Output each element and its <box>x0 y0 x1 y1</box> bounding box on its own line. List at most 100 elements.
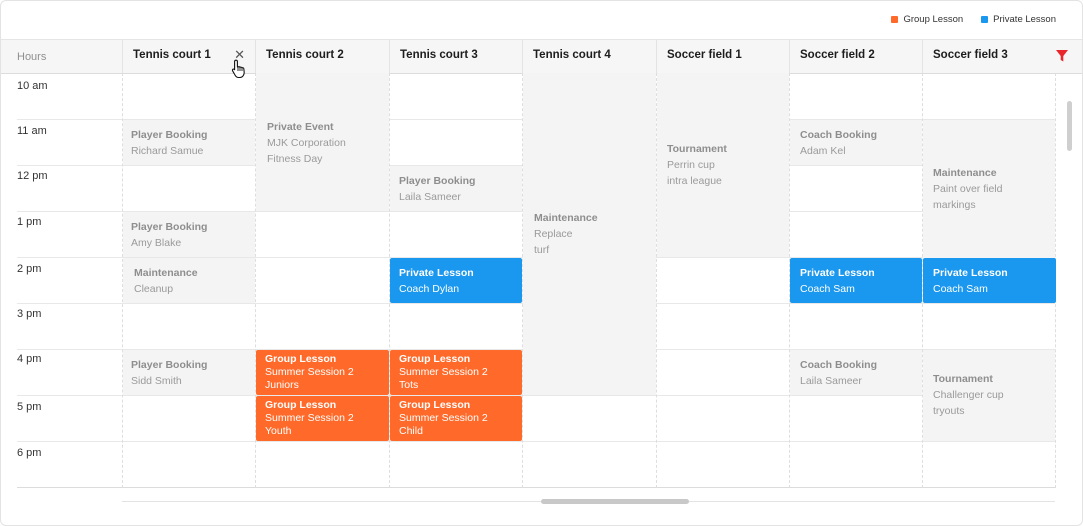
event-title: Maintenance <box>933 167 997 179</box>
event-detail: Fitness Day <box>267 153 323 165</box>
hour-label: 6 pm <box>17 447 42 459</box>
event-title: Player Booking <box>399 175 476 187</box>
hour-label: 4 pm <box>17 353 42 365</box>
event-detail: Perrin cup <box>667 159 715 171</box>
column-title: Tennis court 2 <box>266 49 344 61</box>
event-player-booking[interactable]: Player Booking Richard Samue <box>123 120 255 165</box>
legend-item-group-lesson: Group Lesson <box>891 14 963 25</box>
event-title: Tournament <box>667 143 727 155</box>
event-title: Player Booking <box>131 129 208 141</box>
event-private-lesson[interactable]: Private Lesson Coach Dylan <box>390 258 522 303</box>
event-player-booking[interactable]: Player Booking Laila Sameer <box>390 166 522 211</box>
event-group-lesson[interactable]: Group Lesson Summer Session 2 Tots <box>390 350 522 395</box>
event-detail: Amy Blake <box>131 237 182 249</box>
event-title: Group Lesson <box>265 399 337 411</box>
event-detail: Coach Sam <box>933 283 988 295</box>
event-group-lesson[interactable]: Group Lesson Summer Session 2 Youth <box>256 396 389 441</box>
event-player-booking[interactable]: Player Booking Amy Blake <box>123 212 255 257</box>
event-coach-booking[interactable]: Coach Booking Laila Sameer <box>790 350 922 395</box>
horizontal-scrollbar[interactable] <box>541 499 689 504</box>
event-coach-booking[interactable]: Coach Booking Adam Kel <box>790 120 922 165</box>
event-title: Coach Booking <box>800 359 878 371</box>
event-detail: Summer Session 2 <box>265 366 354 378</box>
resource-header: Hours Tennis court 1 ✕ Tennis court 2 Te… <box>1 39 1082 74</box>
event-player-booking[interactable]: Player Booking Sidd Smith <box>123 350 255 395</box>
event-title: Group Lesson <box>399 353 471 365</box>
legend: Group Lesson Private Lesson <box>891 14 1056 25</box>
hour-label: 2 pm <box>17 263 42 275</box>
hour-label: 10 am <box>17 80 48 92</box>
event-title: Tournament <box>933 373 993 385</box>
event-maintenance[interactable]: Maintenance Paint over field markings <box>923 120 1055 258</box>
hour-label: 11 am <box>17 125 47 137</box>
event-title: Maintenance <box>134 267 198 279</box>
event-detail: Laila Sameer <box>399 191 461 203</box>
event-title: Private Event <box>267 121 334 133</box>
event-private-lesson[interactable]: Private Lesson Coach Sam <box>790 258 922 303</box>
event-title: Private Lesson <box>933 267 1008 279</box>
column-title: Soccer field 1 <box>667 49 742 61</box>
column-header-tennis-court-4[interactable]: Tennis court 4 <box>522 40 655 73</box>
event-title: Private Lesson <box>399 267 474 279</box>
event-title: Maintenance <box>534 212 598 224</box>
event-detail: Juniors <box>265 379 299 391</box>
event-detail: intra league <box>667 175 722 187</box>
event-detail: Challenger cup <box>933 389 1004 401</box>
hour-divider <box>17 395 1055 396</box>
event-title: Group Lesson <box>265 353 337 365</box>
legend-label: Private Lesson <box>993 14 1056 25</box>
event-group-lesson[interactable]: Group Lesson Summer Session 2 Child <box>390 396 522 441</box>
event-detail: turf <box>534 244 550 256</box>
hand-pointer-icon <box>231 59 245 79</box>
event-maintenance[interactable]: Maintenance Replace turf <box>523 73 656 395</box>
event-tournament[interactable]: Tournament Challenger cup tryouts <box>923 350 1055 441</box>
column-header-tennis-court-3[interactable]: Tennis court 3 <box>389 40 522 73</box>
column-title: Tennis court 3 <box>400 49 478 61</box>
event-detail: Tots <box>399 379 419 391</box>
event-detail: Sidd Smith <box>131 375 182 387</box>
event-detail: Summer Session 2 <box>399 412 488 424</box>
event-title: Player Booking <box>131 359 208 371</box>
event-title: Group Lesson <box>399 399 471 411</box>
hours-header: Hours <box>17 51 47 63</box>
event-detail: Adam Kel <box>800 145 846 157</box>
event-detail: Youth <box>265 425 292 437</box>
event-detail: Paint over field <box>933 183 1003 195</box>
event-detail: markings <box>933 199 976 211</box>
grid-bottom-line <box>17 487 1055 488</box>
event-detail: MJK Corporation <box>267 137 346 149</box>
column-title: Tennis court 4 <box>533 49 611 61</box>
column-header-soccer-field-3[interactable]: Soccer field 3 <box>922 40 1055 73</box>
event-detail: Laila Sameer <box>800 375 862 387</box>
event-group-lesson[interactable]: Group Lesson Summer Session 2 Juniors <box>256 350 389 395</box>
vertical-scrollbar[interactable] <box>1067 101 1072 151</box>
hour-label: 5 pm <box>17 401 42 413</box>
column-header-soccer-field-2[interactable]: Soccer field 2 <box>789 40 922 73</box>
column-header-soccer-field-1[interactable]: Soccer field 1 <box>656 40 789 73</box>
schedule-grid: 10 am 11 am 12 pm 1 pm 2 pm 3 pm 4 pm 5 … <box>1 73 1082 488</box>
event-detail: tryouts <box>933 405 965 417</box>
event-private-lesson[interactable]: Private Lesson Coach Sam <box>923 258 1056 303</box>
event-private-event[interactable]: Private Event MJK Corporation Fitness Da… <box>256 73 389 211</box>
group-lesson-swatch <box>891 16 899 23</box>
event-title: Coach Booking <box>800 129 878 141</box>
event-title: Player Booking <box>131 221 208 233</box>
private-lesson-swatch <box>981 16 989 23</box>
scheduler-panel: Group Lesson Private Lesson Hours Tennis… <box>0 0 1083 526</box>
column-title: Soccer field 3 <box>933 49 1008 61</box>
column-title: Tennis court 1 <box>133 49 211 61</box>
column-title: Soccer field 2 <box>800 49 875 61</box>
event-detail: Summer Session 2 <box>265 412 354 424</box>
event-tournament[interactable]: Tournament Perrin cup intra league <box>657 73 789 257</box>
event-maintenance[interactable]: Maintenance Cleanup <box>123 258 255 303</box>
filter-icon[interactable] <box>1055 49 1069 63</box>
hour-label: 3 pm <box>17 308 42 320</box>
event-detail: Coach Sam <box>800 283 855 295</box>
legend-label: Group Lesson <box>903 14 964 25</box>
event-title: Private Lesson <box>800 267 875 279</box>
column-header-tennis-court-2[interactable]: Tennis court 2 <box>255 40 388 73</box>
legend-item-private-lesson: Private Lesson <box>981 14 1056 25</box>
hour-divider <box>17 441 1055 442</box>
event-detail: Summer Session 2 <box>399 366 488 378</box>
event-detail: Cleanup <box>134 283 174 295</box>
